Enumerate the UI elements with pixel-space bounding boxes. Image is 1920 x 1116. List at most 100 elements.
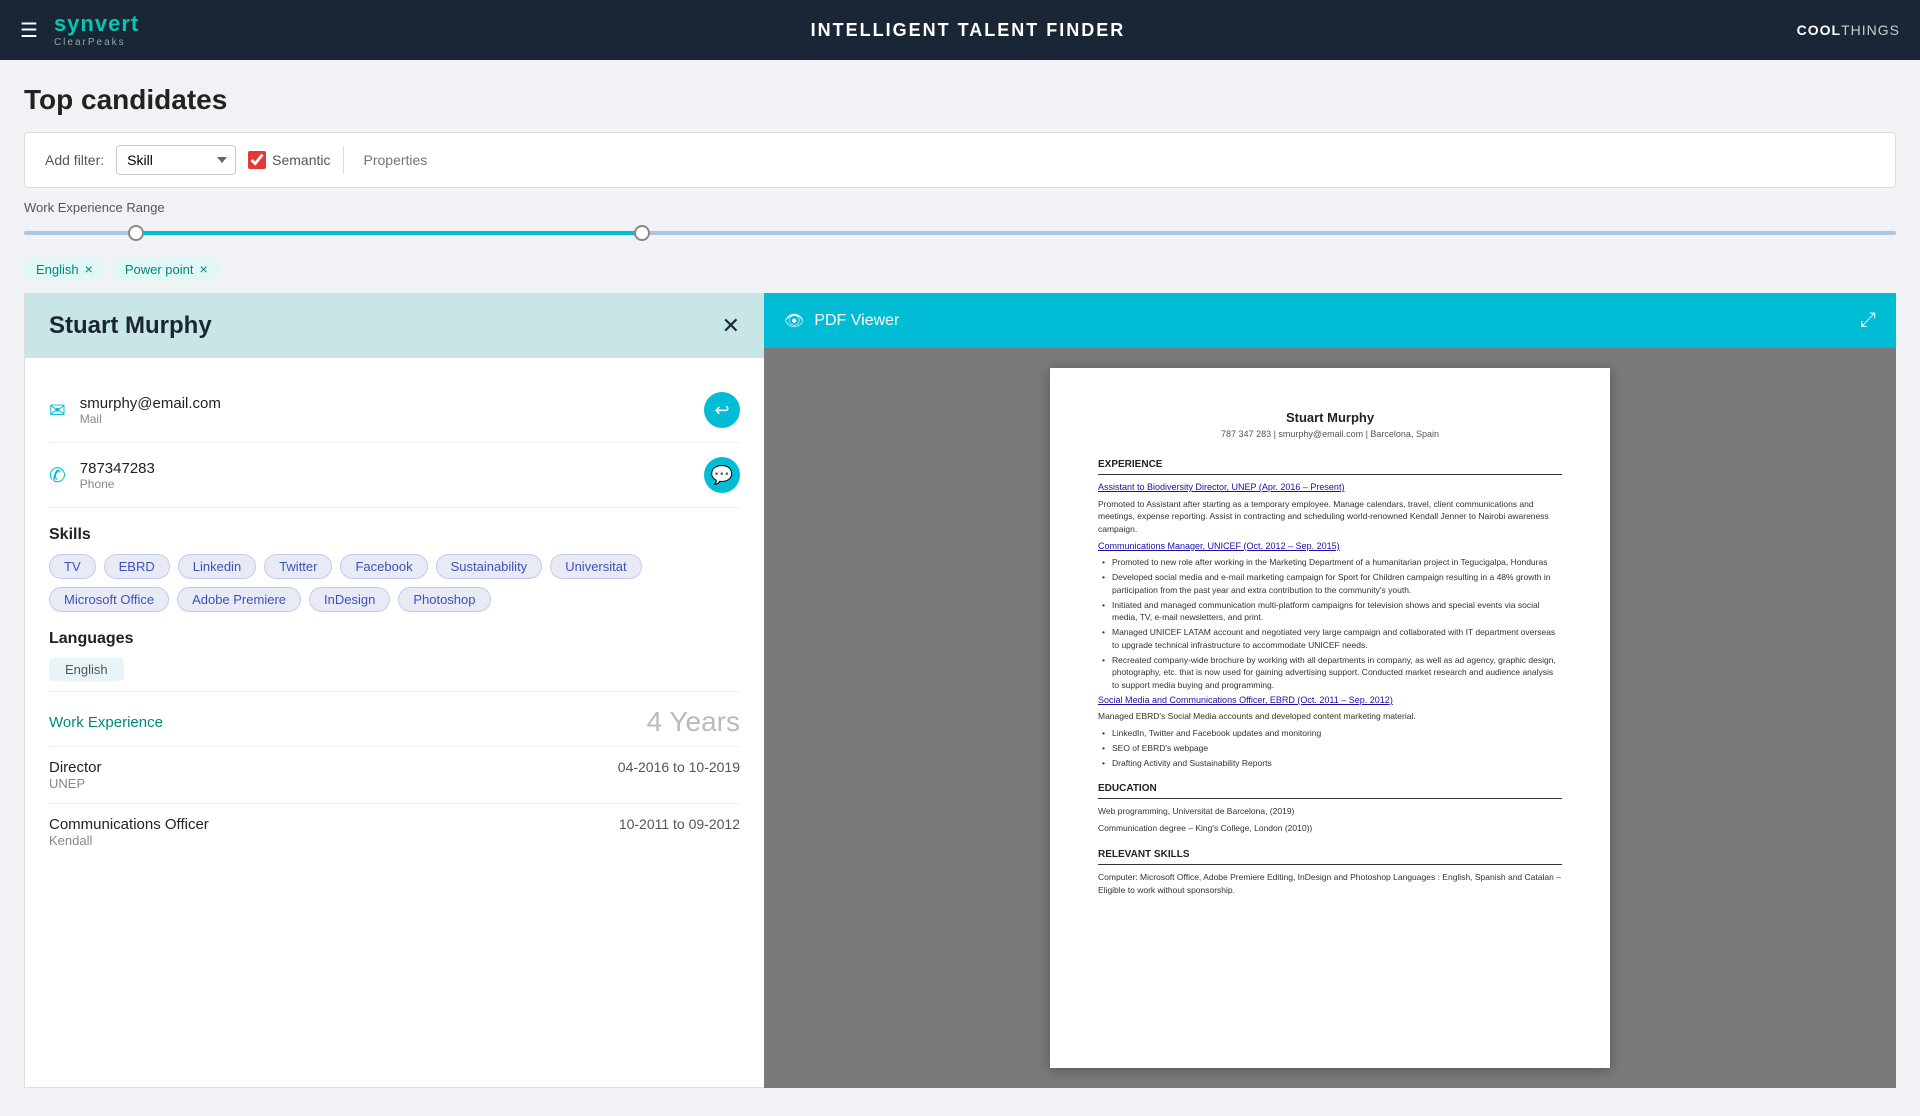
- pdf-title: 👁 PDF Viewer: [784, 311, 899, 331]
- resume-job-2-bullet-5: Recreated company-wide brochure by worki…: [1098, 654, 1562, 692]
- work-exp-title: Work Experience: [49, 714, 163, 731]
- skill-photoshop: Photoshop: [398, 587, 490, 612]
- job-2-org: Kendall: [49, 833, 209, 848]
- candidate-body: ✉ smurphy@email.com Mail ↩ ✆ 787347283: [25, 358, 764, 880]
- resume-edu-1: Web programming, Universitat de Barcelon…: [1098, 805, 1562, 818]
- pdf-header: 👁 PDF Viewer ⤢: [764, 293, 1896, 348]
- job-row-2: Communications Officer Kendall 10-2011 t…: [49, 803, 740, 860]
- resume-job-2-bullet-1: Promoted to new role after working in th…: [1098, 556, 1562, 569]
- resume-job-2-title: Communications Manager, UNICEF (Oct. 201…: [1098, 540, 1562, 554]
- phone-row: ✆ 787347283 Phone 💬: [49, 443, 740, 508]
- logo-sub: ClearPeaks: [54, 37, 139, 48]
- range-thumb-left[interactable]: [128, 225, 144, 241]
- email-row: ✉ smurphy@email.com Mail ↩: [49, 378, 740, 443]
- skill-universitat: Universitat: [550, 554, 641, 579]
- eye-icon: 👁: [784, 311, 804, 331]
- range-slider[interactable]: [24, 223, 1896, 243]
- skill-tv: TV: [49, 554, 96, 579]
- semantic-checkbox[interactable]: [248, 151, 266, 169]
- job-1-dates: 04-2016 to 10-2019: [618, 759, 740, 775]
- work-exp-header: Work Experience 4 Years: [49, 691, 740, 746]
- range-label: Work Experience Range: [24, 200, 1896, 215]
- skill-sustainability: Sustainability: [436, 554, 543, 579]
- pdf-title-text: PDF Viewer: [814, 312, 899, 330]
- chat-button[interactable]: 💬: [704, 457, 740, 493]
- phone-icon: ✆: [49, 463, 66, 488]
- close-button[interactable]: ✕: [722, 313, 740, 339]
- email-info: smurphy@email.com Mail: [80, 395, 221, 426]
- resume-relevant-skills: RELEVANT SKILLS Computer: Microsoft Offi…: [1098, 847, 1562, 897]
- pdf-viewer-panel: 👁 PDF Viewer ⤢ Stuart Murphy 787 347 283…: [764, 293, 1896, 1088]
- resume-education-title: EDUCATION: [1098, 781, 1562, 799]
- languages-tags: English: [49, 658, 740, 681]
- job-1-title: Director: [49, 759, 102, 776]
- job-1-org: UNEP: [49, 776, 102, 791]
- brand-part2: THINGS: [1841, 22, 1900, 38]
- phone-label: Phone: [80, 477, 155, 491]
- phone-left: ✆ 787347283 Phone: [49, 460, 155, 491]
- semantic-label: Semantic: [272, 152, 330, 168]
- phone-info: 787347283 Phone: [80, 460, 155, 491]
- hamburger-icon[interactable]: ☰: [20, 18, 38, 43]
- reply-button[interactable]: ↩: [704, 392, 740, 428]
- tag-english[interactable]: English ×: [24, 257, 105, 281]
- resume-job-2-bullet-4: Managed UNICEF LATAM account and negotia…: [1098, 626, 1562, 652]
- job-2-title: Communications Officer: [49, 816, 209, 833]
- job-1-info: Director UNEP: [49, 759, 102, 791]
- filter-skill-select[interactable]: Skill: [116, 145, 236, 175]
- properties-input[interactable]: [356, 148, 1876, 172]
- skill-ebrd: EBRD: [104, 554, 170, 579]
- resume-name: Stuart Murphy: [1098, 408, 1562, 428]
- resume-relevant-skills-body: Computer: Microsoft Office, Adobe Premie…: [1098, 871, 1562, 897]
- tag-english-label: English: [36, 262, 79, 277]
- candidate-name: Stuart Murphy: [49, 312, 212, 340]
- skill-facebook: Facebook: [340, 554, 427, 579]
- candidate-panel: Stuart Murphy ✕ ✉ smurphy@email.com Mail…: [24, 293, 764, 1088]
- skills-tags: TV EBRD Linkedin Twitter Facebook Sustai…: [49, 554, 740, 612]
- skills-section-title: Skills: [49, 526, 740, 544]
- pdf-body: Stuart Murphy 787 347 283 | smurphy@emai…: [764, 348, 1896, 1088]
- resume-job-2-bullet-2: Developed social media and e-mail market…: [1098, 571, 1562, 597]
- header-left: ☰ synvert ClearPeaks: [20, 12, 139, 47]
- resume-relevant-skills-title: RELEVANT SKILLS: [1098, 847, 1562, 865]
- logo: synvert ClearPeaks: [54, 12, 139, 47]
- email-label: Mail: [80, 412, 221, 426]
- resume-experience-title: EXPERIENCE: [1098, 457, 1562, 475]
- skill-linkedin: Linkedin: [178, 554, 256, 579]
- skill-microsoft-office: Microsoft Office: [49, 587, 169, 612]
- filter-label: Add filter:: [45, 152, 104, 168]
- two-col-layout: Stuart Murphy ✕ ✉ smurphy@email.com Mail…: [24, 293, 1896, 1088]
- resume-header: Stuart Murphy 787 347 283 | smurphy@emai…: [1098, 408, 1562, 441]
- job-2-dates: 10-2011 to 09-2012: [619, 816, 740, 832]
- page-title: Top candidates: [24, 84, 1896, 116]
- phone-value: 787347283: [80, 460, 155, 477]
- pdf-expand-button[interactable]: ⤢: [1860, 309, 1876, 332]
- resume-job-3-bullet-1: LinkedIn, Twitter and Facebook updates a…: [1098, 727, 1562, 740]
- resume-job-1-body: Promoted to Assistant after starting as …: [1098, 498, 1562, 536]
- work-exp-years: 4 Years: [647, 706, 740, 738]
- languages-section-title: Languages: [49, 630, 740, 648]
- tag-english-remove[interactable]: ×: [85, 261, 93, 277]
- candidate-header: Stuart Murphy ✕: [25, 294, 764, 358]
- range-thumb-right[interactable]: [634, 225, 650, 241]
- resume-edu-2: Communication degree – King's College, L…: [1098, 822, 1562, 835]
- range-fill: [136, 231, 641, 235]
- resume-experience: EXPERIENCE Assistant to Biodiversity Dir…: [1098, 457, 1562, 769]
- resume-contact: 787 347 283 | smurphy@email.com | Barcel…: [1098, 428, 1562, 442]
- mail-icon: ✉: [49, 398, 66, 423]
- app-header: ☰ synvert ClearPeaks INTELLIGENT TALENT …: [0, 0, 1920, 60]
- email-left: ✉ smurphy@email.com Mail: [49, 395, 221, 426]
- resume-job-3-body: Managed EBRD's Social Media accounts and…: [1098, 710, 1562, 723]
- resume-job-3-title: Social Media and Communications Officer,…: [1098, 694, 1562, 708]
- resume-job-3-bullet-3: Drafting Activity and Sustainability Rep…: [1098, 757, 1562, 770]
- tag-powerpoint-remove[interactable]: ×: [199, 261, 207, 277]
- semantic-filter: Semantic: [248, 151, 330, 169]
- brand-name: COOLTHINGS: [1797, 22, 1900, 38]
- tag-powerpoint[interactable]: Power point ×: [113, 257, 220, 281]
- range-section: Work Experience Range: [24, 188, 1896, 251]
- lang-english: English: [49, 658, 124, 681]
- brand-part1: COOL: [1797, 22, 1841, 38]
- main-content: Top candidates Add filter: Skill Semanti…: [0, 60, 1920, 1088]
- resume-job-3-bullet-2: SEO of EBRD's webpage: [1098, 742, 1562, 755]
- logo-main: synvert: [54, 12, 139, 36]
